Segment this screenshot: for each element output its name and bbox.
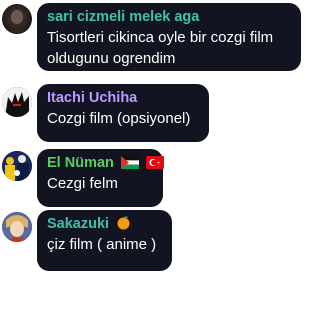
palestine-flag-icon (120, 156, 139, 169)
username[interactable]: El Nüman (47, 155, 114, 171)
football-crowd-photo-icon (2, 151, 32, 181)
message-text: çiz film ( anime ) (47, 236, 157, 253)
message-bubble: Itachi Uchiha Cozgi film (opsiyonel) (37, 84, 209, 142)
avatar[interactable] (2, 212, 32, 242)
message-bubble: El Nüman Cezgi felm (37, 149, 164, 207)
avatar[interactable] (2, 4, 32, 34)
anime-character-icon (2, 212, 32, 242)
username[interactable]: Itachi Uchiha (47, 89, 199, 108)
message-text-line: oldugunu ogrendim (47, 50, 176, 67)
username-row: Sakazuki (47, 215, 162, 234)
tangerine-icon (117, 216, 130, 230)
message-bubble: Sakazuki çiz film ( anime ) (37, 210, 172, 271)
turkey-flag-icon (145, 156, 164, 169)
username[interactable]: sari cizmeli melek aga (47, 8, 291, 27)
avatar[interactable] (2, 151, 32, 181)
message-text: Cozgi film (opsiyonel) (47, 110, 191, 127)
avatar[interactable] (2, 87, 32, 117)
anime-dark-character-icon (2, 87, 32, 117)
message-text-line: Tisortleri cikinca oyle bir cozgi film (47, 29, 274, 46)
message-bubble: sari cizmeli melek aga Tisortleri cikinc… (37, 3, 301, 71)
dark-profile-photo-icon (6, 10, 28, 34)
username[interactable]: Sakazuki (47, 216, 109, 232)
message-text: Cezgi felm (47, 175, 118, 192)
username-row: El Nüman (47, 154, 164, 173)
